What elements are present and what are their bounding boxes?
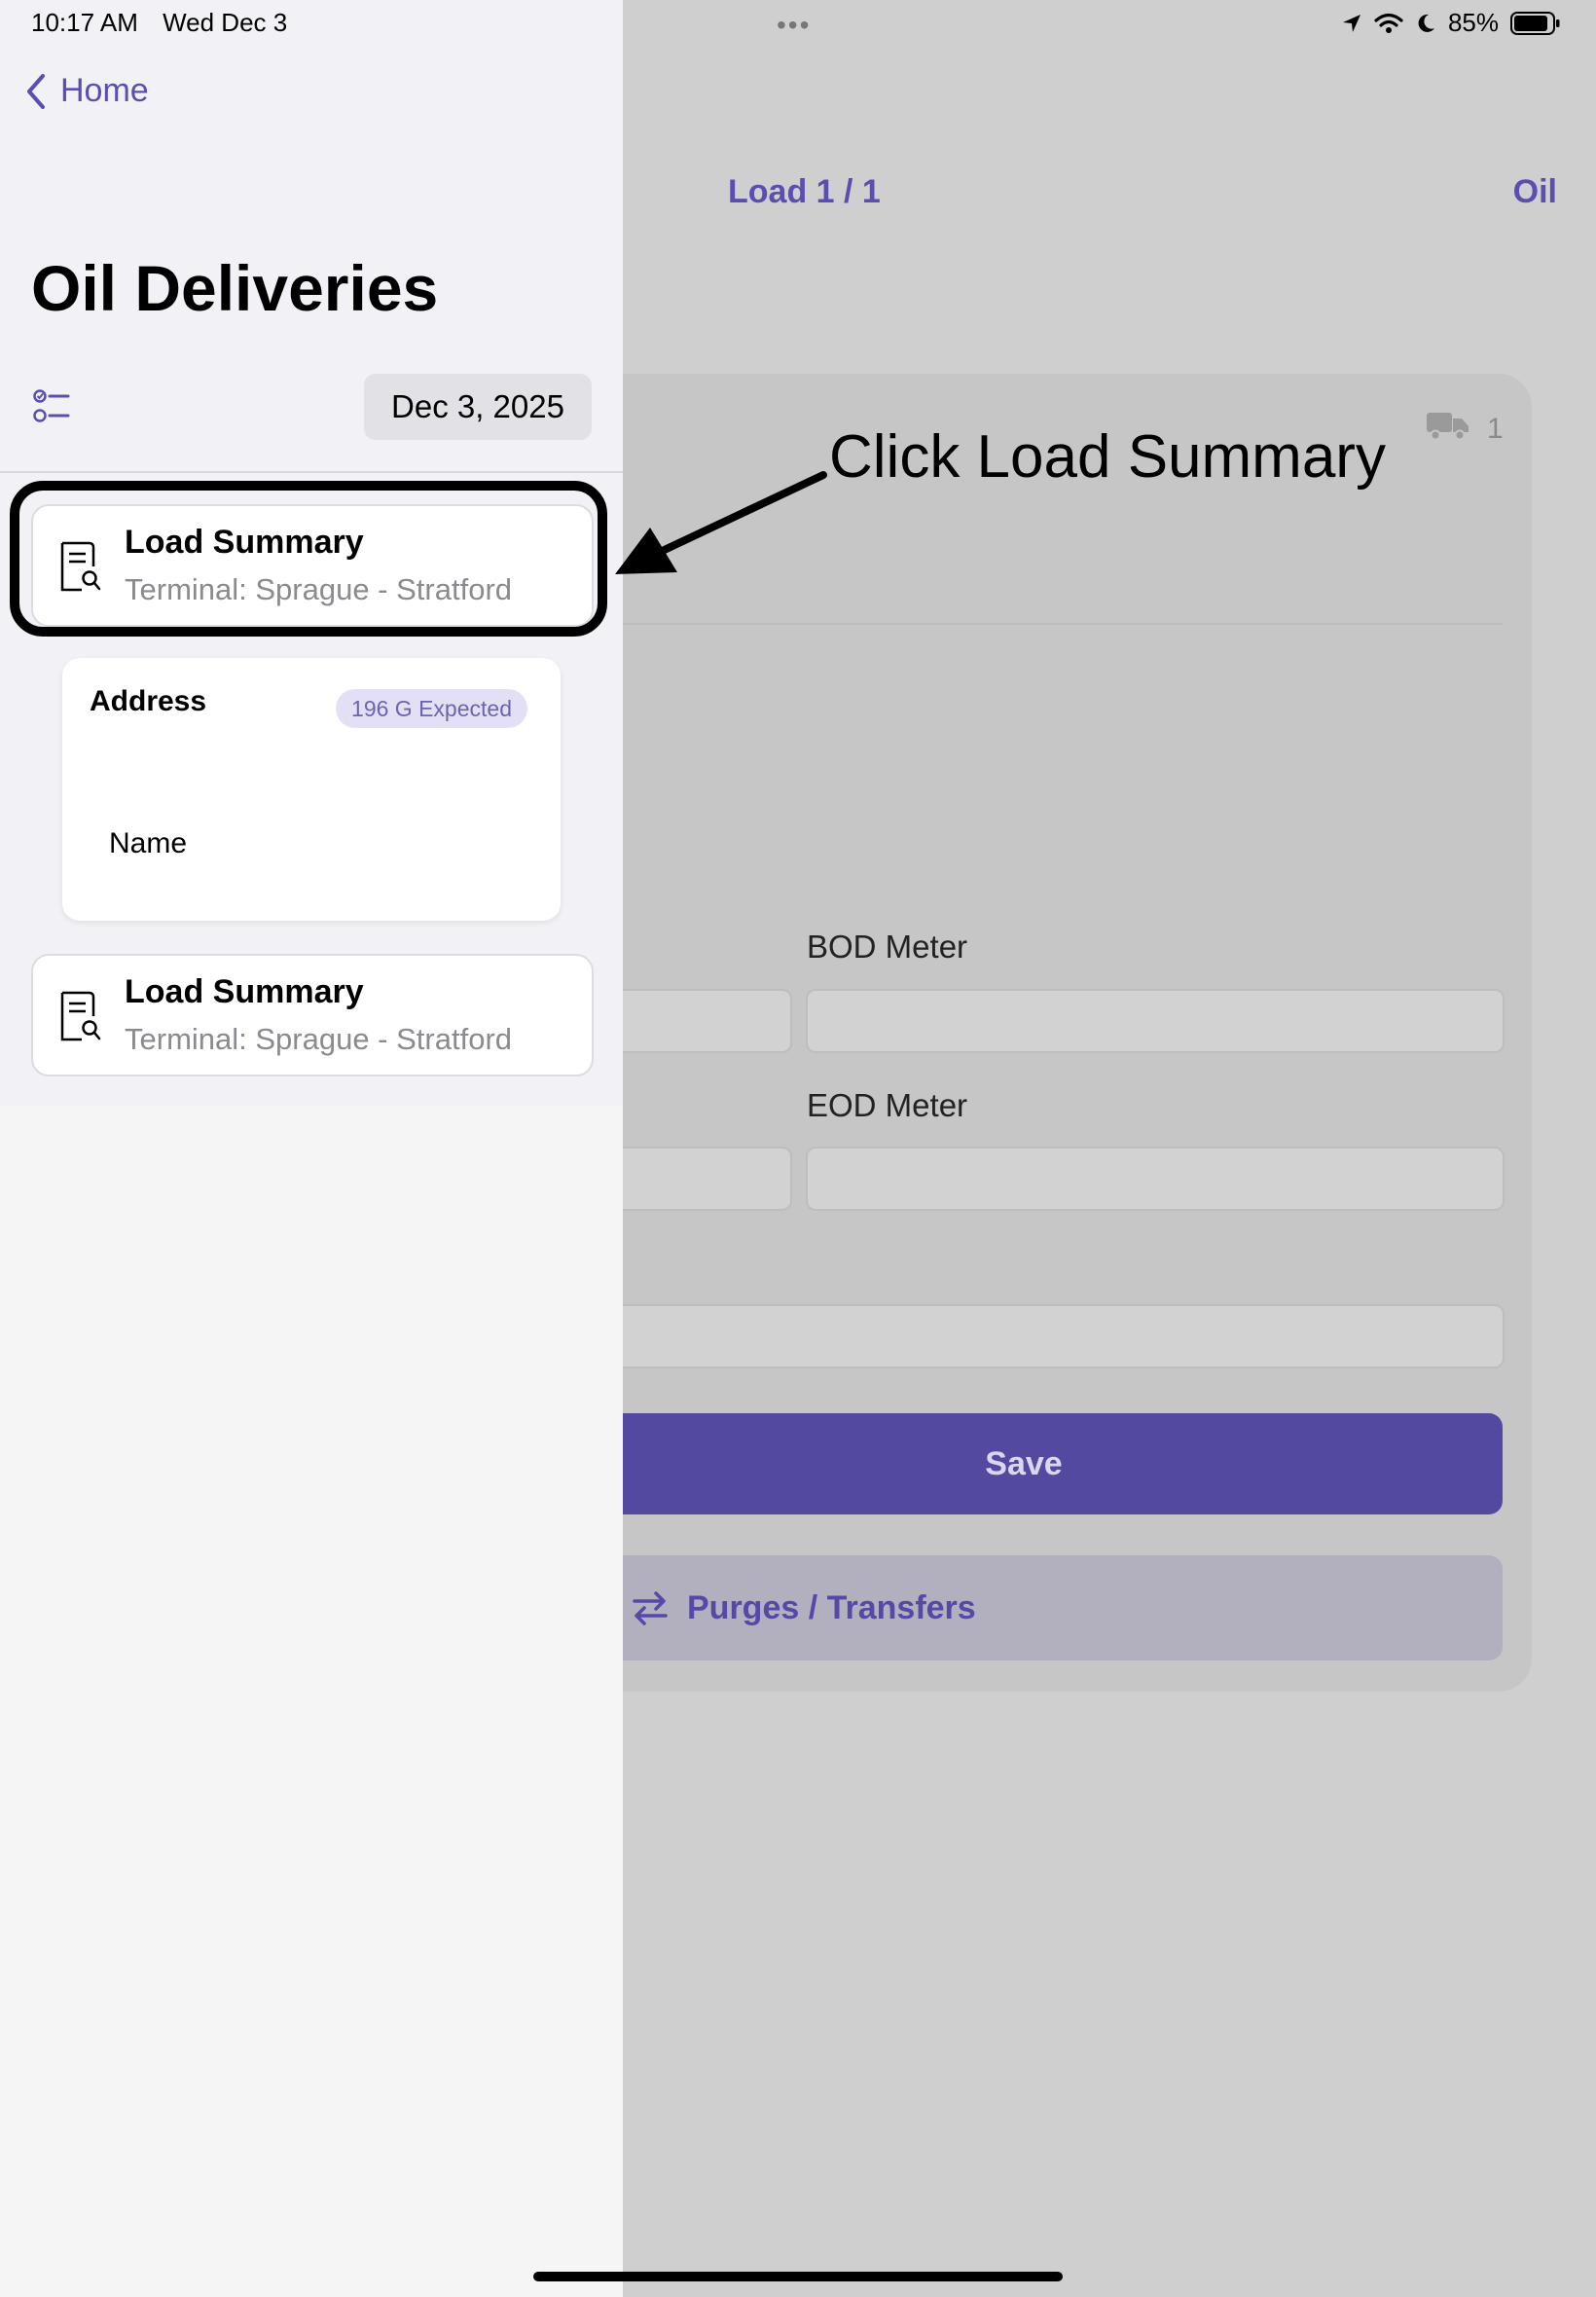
status-indicators: 85% [1341, 8, 1561, 38]
row-subtitle: Terminal: Sprague - Stratford [125, 1022, 513, 1056]
load-summary-row-2[interactable]: Load Summary Terminal: Sprague - Stratfo… [31, 954, 594, 1076]
chevron-left-icon [27, 73, 45, 109]
location-arrow-icon [1342, 14, 1360, 32]
purges-transfers-label: Purges / Transfers [687, 1588, 976, 1626]
customer-name: Name [109, 827, 188, 859]
sidebar-empty-area [0, 1106, 623, 2297]
annotation-arrow-icon [615, 471, 827, 574]
status-date: Wed Dec 3 [163, 8, 288, 37]
expected-gallons-badge: 196 G Expected [336, 689, 527, 728]
row-title: Load Summary [125, 973, 364, 1010]
annotation-text: Click Load Summary [829, 423, 1386, 491]
save-button[interactable]: Save [545, 1413, 1503, 1514]
address-card[interactable]: Address 196 G Expected Name [62, 658, 561, 921]
truck-icon [1427, 413, 1469, 440]
back-button[interactable]: Home [25, 72, 149, 110]
sidebar-divider [0, 471, 623, 473]
document-search-icon [60, 991, 101, 1041]
address-title: Address [90, 685, 207, 717]
highlight-annotation-ring [10, 481, 607, 637]
eod-meter-label: EOD Meter [807, 1087, 968, 1123]
truck-count: 1 [1487, 413, 1504, 445]
save-button-label: Save [985, 1444, 1063, 1482]
purges-transfers-button[interactable]: Purges / Transfers [545, 1555, 1503, 1660]
bod-meter-label: BOD Meter [807, 929, 968, 965]
battery-percent: 85% [1447, 8, 1499, 37]
notes-field[interactable] [545, 1304, 1505, 1368]
eod-meter-input[interactable] [806, 1147, 1505, 1211]
date-picker-button[interactable]: Dec 3, 2025 [364, 374, 592, 440]
checklist-icon[interactable] [33, 387, 72, 426]
detail-divider [623, 623, 1503, 625]
home-indicator[interactable] [533, 2272, 1063, 2281]
page-title: Oil Deliveries [31, 252, 439, 324]
status-time: 10:17 AM Wed Dec 3 [31, 8, 287, 38]
battery-icon [1510, 11, 1560, 35]
multitasking-dots-icon[interactable]: ••• [777, 10, 811, 41]
moon-icon [1418, 14, 1434, 32]
back-label: Home [60, 72, 149, 109]
wifi-icon [1374, 13, 1403, 33]
detail-nav-title: Load 1 / 1 [728, 173, 881, 210]
sidebar: Home Oil Deliveries Dec 3, 2025 Load Sum… [0, 0, 623, 2297]
bod-meter-input[interactable] [806, 989, 1505, 1053]
detail-nav-right-button[interactable]: Oil [1513, 173, 1557, 211]
status-clock: 10:17 AM [31, 8, 138, 37]
transfer-arrows-icon [633, 1591, 668, 1625]
